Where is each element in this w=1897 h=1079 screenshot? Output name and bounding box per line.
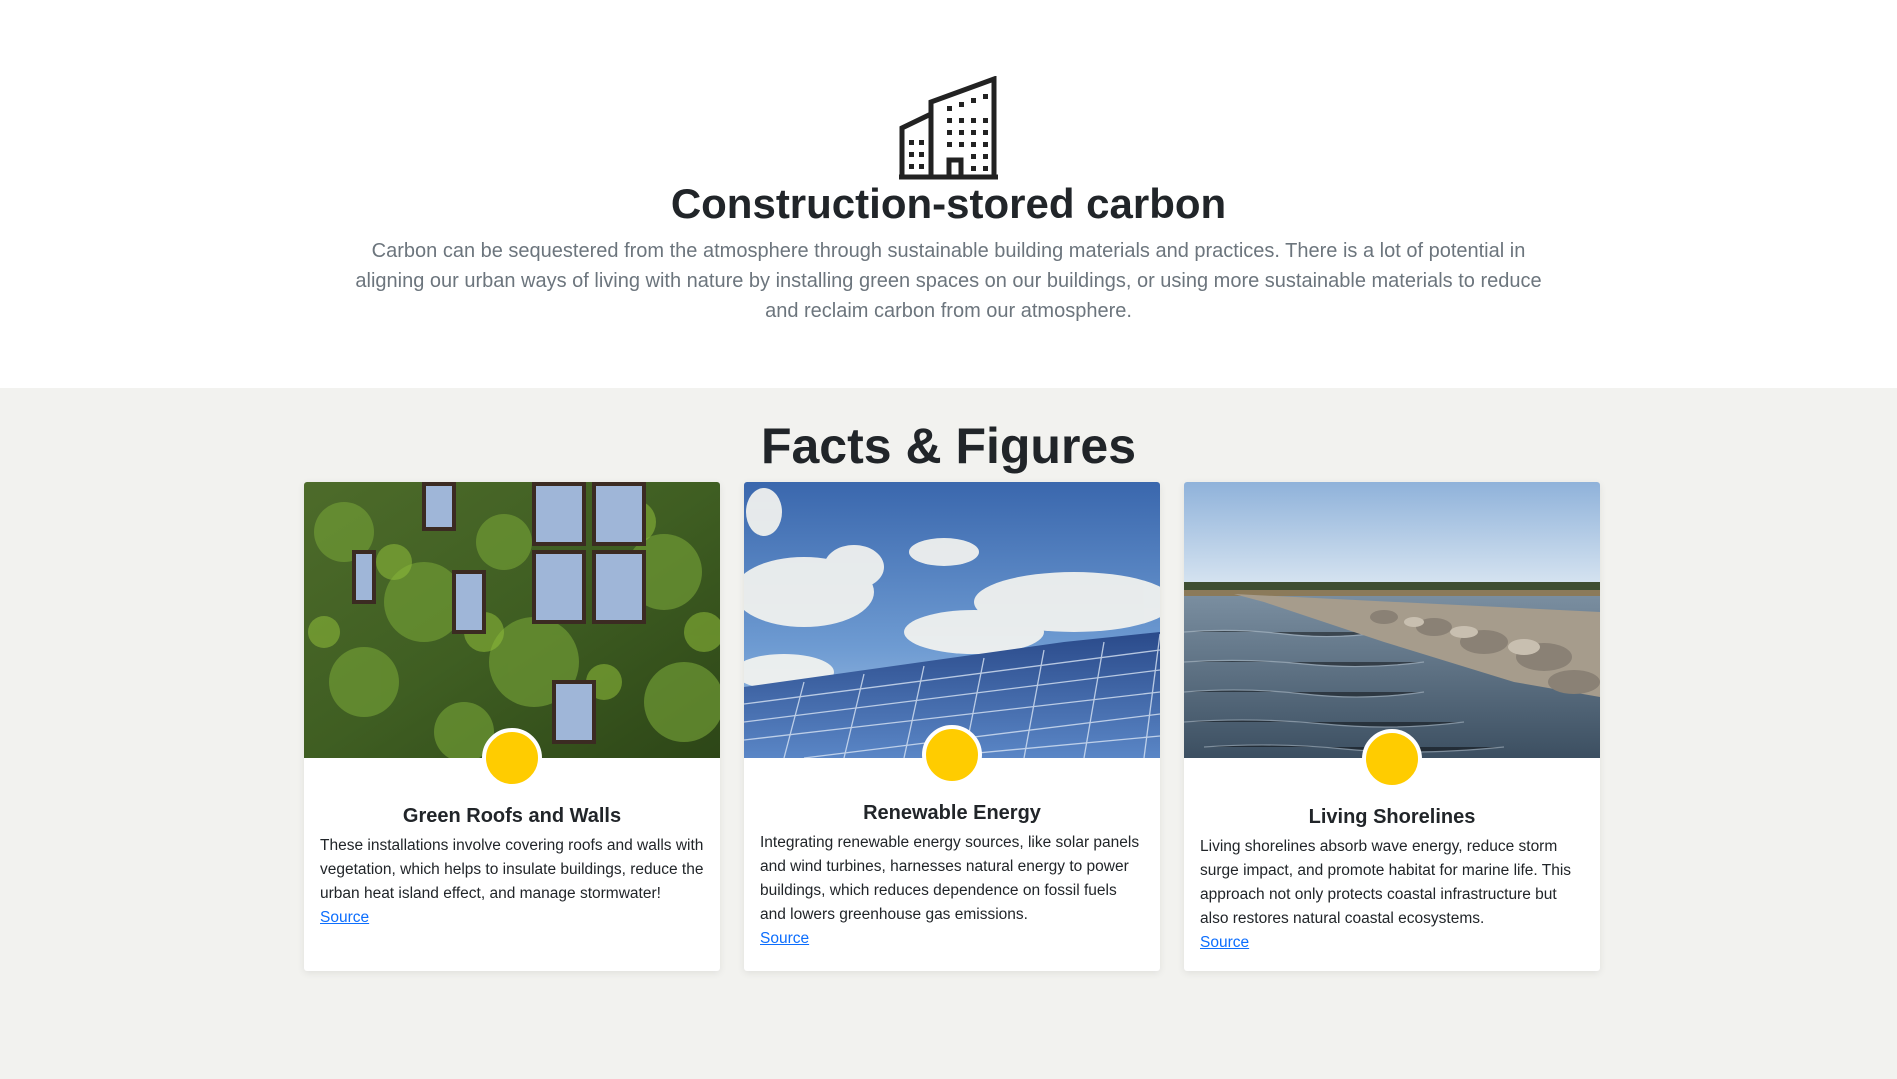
hero-section: Construction-stored carbon Carbon can be… [0,0,1897,388]
page-title: Construction-stored carbon [670,180,1227,227]
source-link[interactable]: Source [1200,931,1584,955]
green-wall-photo [304,482,720,758]
card-description: These installations involve covering roo… [320,837,704,902]
card-text-block: Integrating renewable energy sources, li… [760,831,1144,951]
source-link[interactable]: Source [760,927,1144,951]
source-link[interactable]: Source [320,906,704,930]
card-description: Living shorelines absorb wave energy, re… [1200,838,1572,927]
card-description: Integrating renewable energy sources, li… [760,834,1140,923]
fact-card-renewable-energy: Renewable Energy Integrating renewable e… [744,482,1160,971]
facts-section: Facts & Figures Green Roofs and Walls Th… [0,388,1897,1079]
shoreline-photo [1184,482,1600,758]
hero-description: Carbon can be sequestered from the atmos… [355,240,1542,322]
card-text-block: Living shorelines absorb wave energy, re… [1200,835,1584,955]
card-title: Green Roofs and Walls [402,805,622,827]
card-title: Living Shorelines [1308,806,1476,828]
fact-card-living-shorelines: Living Shorelines Living shorelines abso… [1184,482,1600,971]
building-icon [899,76,998,180]
card-text-block: These installations involve covering roo… [320,834,704,930]
accent-dot [922,725,982,785]
card-title: Renewable Energy [863,802,1041,824]
accent-dot [1362,729,1422,789]
fact-card-green-roofs: Green Roofs and Walls These installation… [304,482,720,971]
accent-dot [482,728,542,788]
solar-panel-photo [744,482,1160,758]
facts-title: Facts & Figures [760,418,1137,474]
